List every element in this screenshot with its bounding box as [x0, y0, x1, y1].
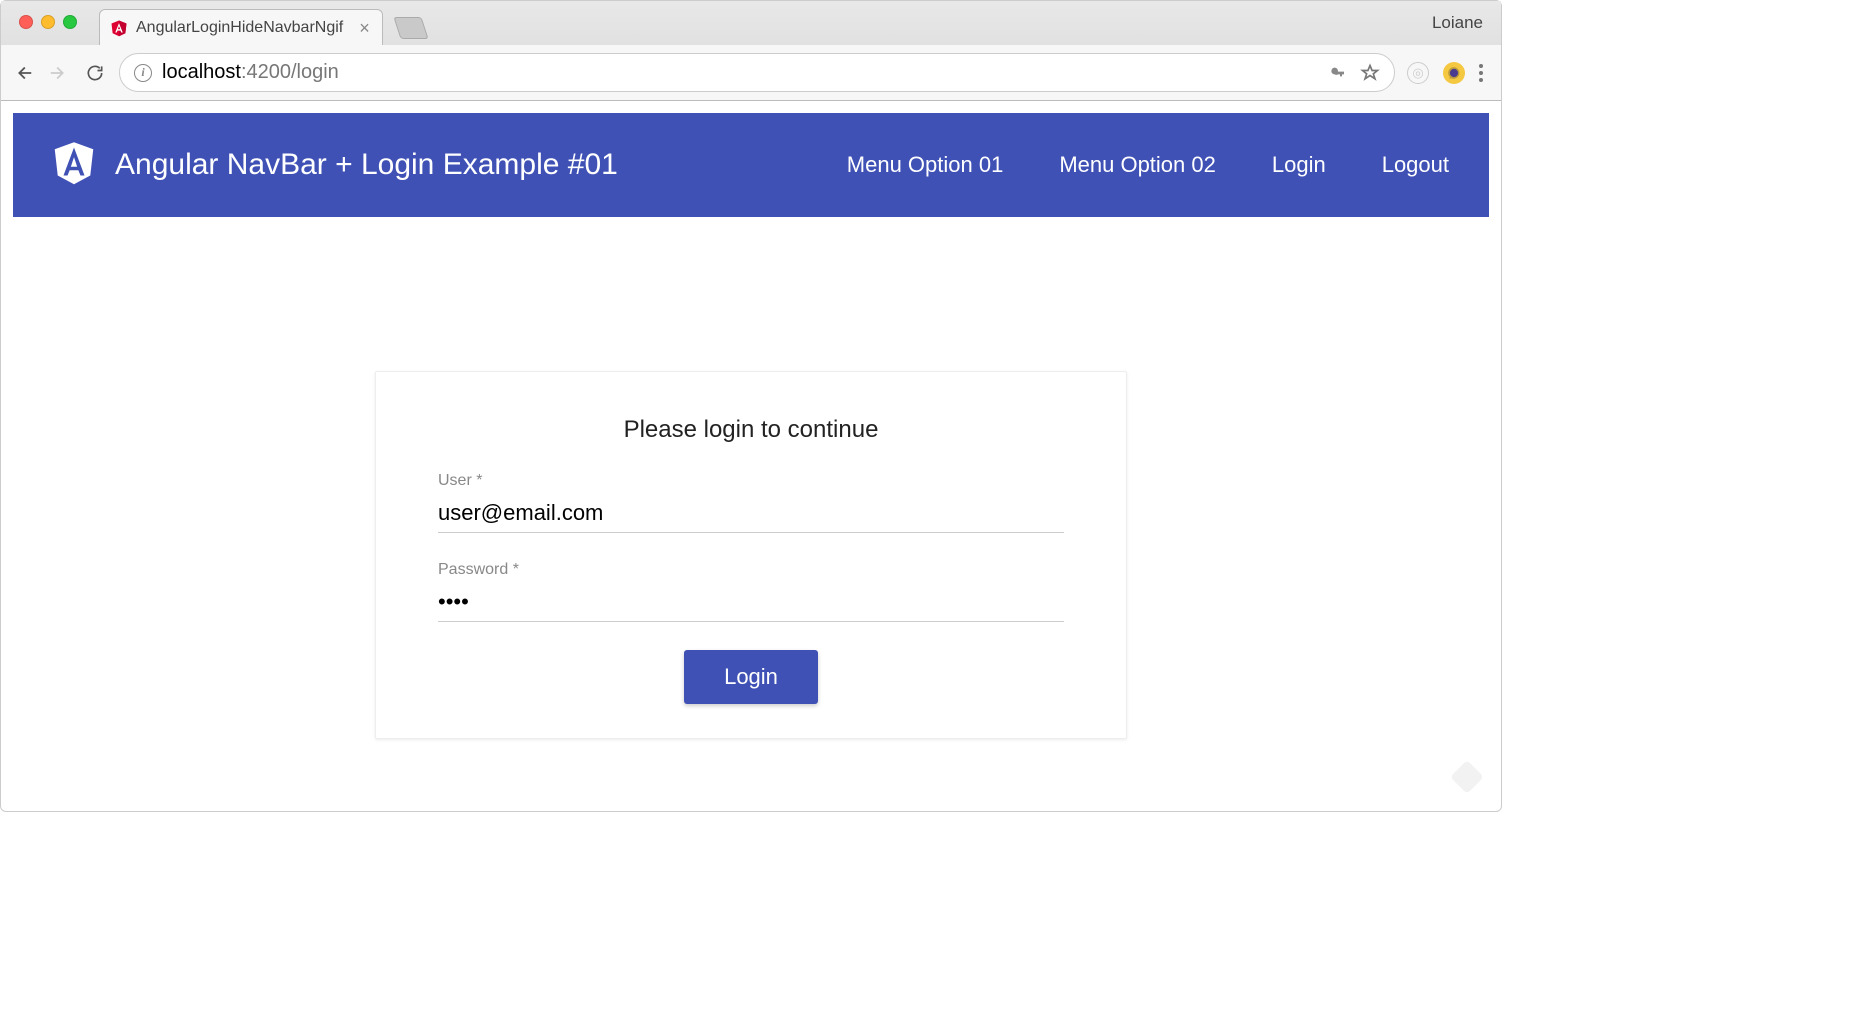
password-label: Password * [438, 561, 1064, 579]
browser-toolbar: i localhost:4200/login ◎ [1, 45, 1501, 100]
app-navbar: Angular NavBar + Login Example #01 Menu … [13, 113, 1489, 217]
close-window-button[interactable] [19, 15, 33, 29]
window-controls [11, 1, 89, 29]
extension-icon[interactable]: ◎ [1407, 62, 1429, 84]
feedly-icon [1449, 759, 1485, 795]
user-label: User * [438, 472, 1064, 490]
url-display: localhost:4200/login [162, 61, 339, 84]
url-port-path: :4200/login [241, 61, 339, 83]
tab-bar: AngularLoginHideNavbarNgif × Loiane [1, 1, 1501, 45]
new-tab-button[interactable] [393, 17, 428, 39]
back-button[interactable] [11, 61, 35, 85]
url-host: localhost [162, 61, 241, 83]
angular-icon [110, 19, 128, 37]
reload-icon [85, 63, 105, 83]
nav-link-logout[interactable]: Logout [1382, 152, 1449, 178]
forward-button [47, 61, 71, 85]
toolbar-right: ◎ [1407, 62, 1491, 84]
key-icon[interactable] [1330, 64, 1346, 82]
browser-menu-button[interactable] [1479, 64, 1483, 82]
nav-title: Angular NavBar + Login Example #01 [115, 148, 618, 182]
user-input[interactable] [438, 494, 1064, 533]
page-content: Angular NavBar + Login Example #01 Menu … [1, 113, 1501, 739]
maximize-window-button[interactable] [63, 15, 77, 29]
nav-links: Menu Option 01 Menu Option 02 Login Logo… [847, 152, 1449, 178]
browser-chrome: AngularLoginHideNavbarNgif × Loiane i lo… [1, 1, 1501, 101]
browser-profile-name[interactable]: Loiane [1414, 1, 1501, 45]
login-card: Please login to continue User * Password… [375, 371, 1127, 739]
browser-tab[interactable]: AngularLoginHideNavbarNgif × [99, 9, 383, 45]
close-tab-icon[interactable]: × [359, 19, 370, 37]
address-bar[interactable]: i localhost:4200/login [119, 53, 1395, 92]
star-icon[interactable] [1360, 63, 1380, 83]
nav-link-login[interactable]: Login [1272, 152, 1326, 178]
minimize-window-button[interactable] [41, 15, 55, 29]
password-input[interactable] [438, 583, 1064, 622]
tab-title: AngularLoginHideNavbarNgif [136, 19, 343, 37]
reload-button[interactable] [83, 61, 107, 85]
angular-shield-icon [53, 142, 95, 188]
login-button[interactable]: Login [684, 650, 818, 704]
password-field: Password * [438, 561, 1064, 622]
site-info-icon[interactable]: i [134, 64, 152, 82]
extension-icon[interactable] [1443, 62, 1465, 84]
login-heading: Please login to continue [438, 416, 1064, 444]
nav-link-menu-02[interactable]: Menu Option 02 [1059, 152, 1216, 178]
nav-link-menu-01[interactable]: Menu Option 01 [847, 152, 1004, 178]
arrow-right-icon [48, 62, 70, 84]
nav-logo: Angular NavBar + Login Example #01 [53, 142, 618, 188]
user-field: User * [438, 472, 1064, 533]
arrow-left-icon [12, 62, 34, 84]
